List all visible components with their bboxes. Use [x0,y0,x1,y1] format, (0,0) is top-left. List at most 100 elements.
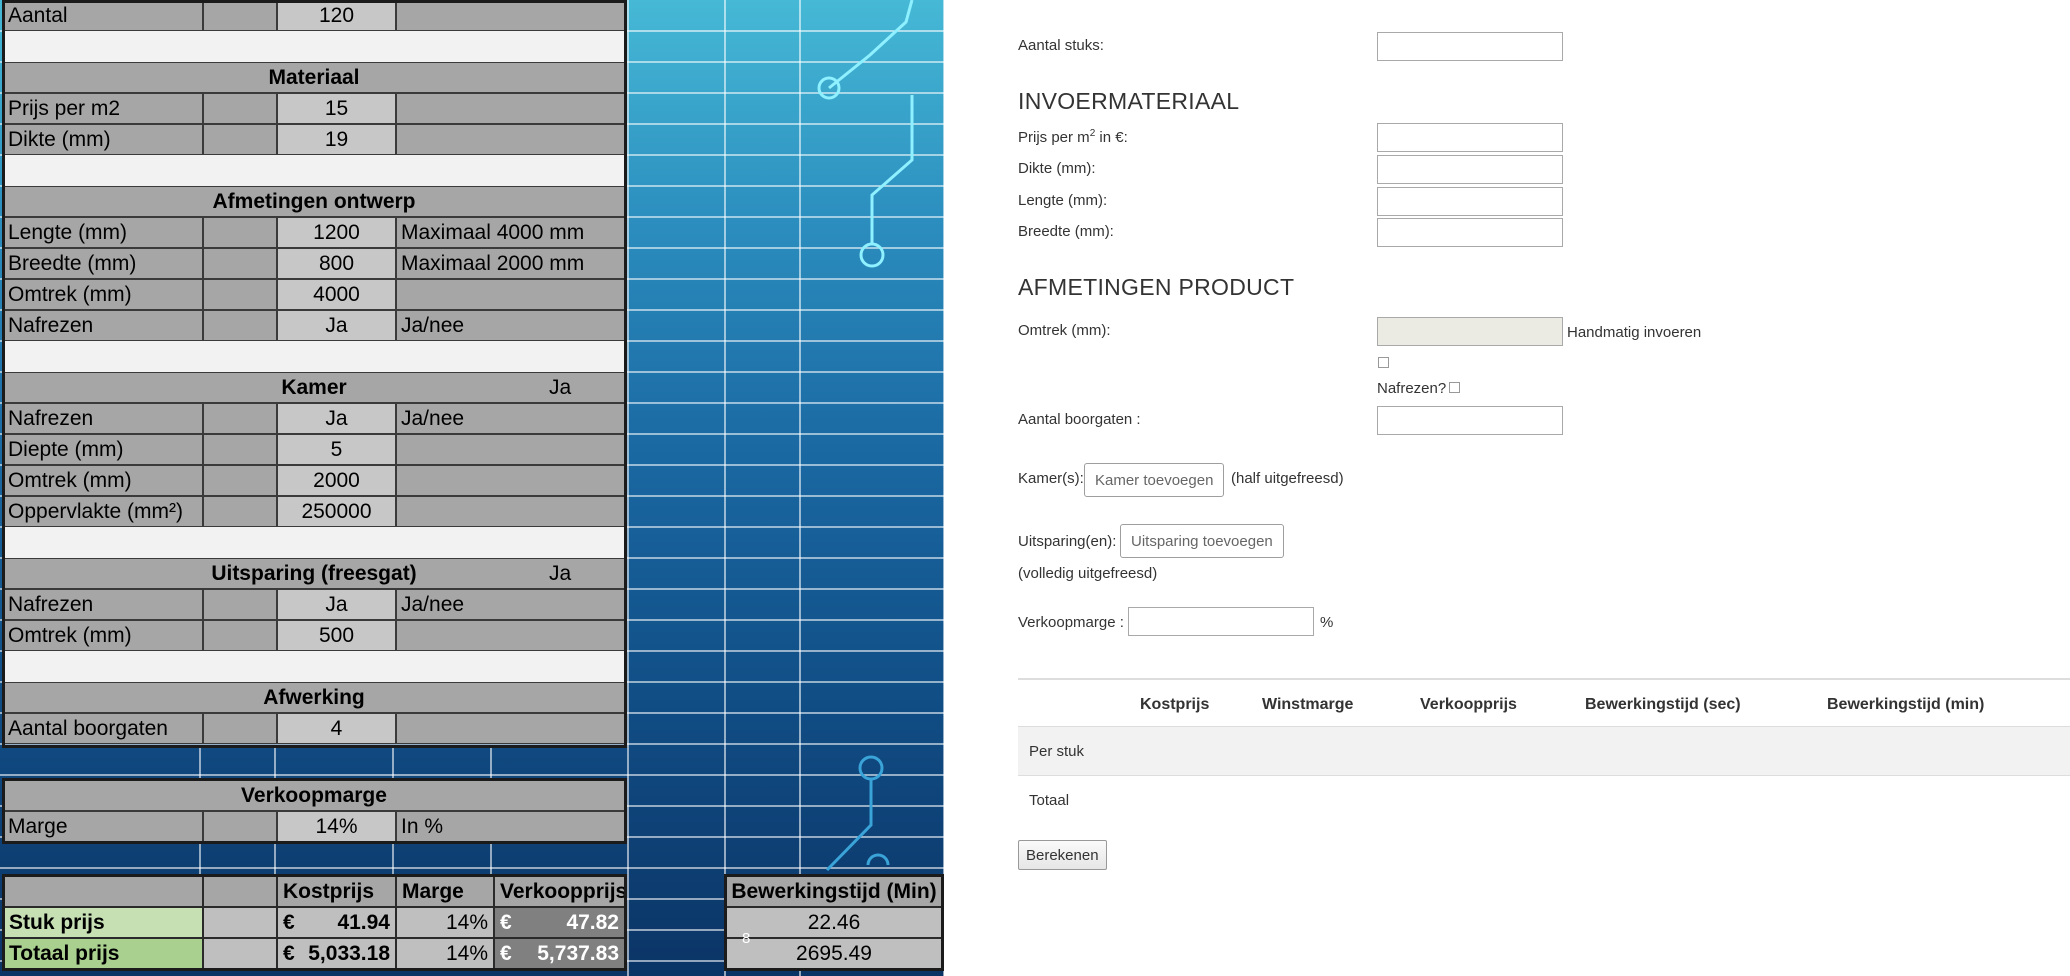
row-note: Ja/nee [396,403,625,434]
totaal-prijs-blank [203,938,277,969]
row-value[interactable]: 1200 [277,217,396,248]
totaal-verkoopprijs: €5,737.83 [494,938,625,969]
berekenen-button[interactable]: Berekenen [1018,840,1107,870]
row-value[interactable]: 19 [277,124,396,155]
verkoopmarge-input[interactable] [1128,607,1314,636]
omtrek-input[interactable] [1377,317,1563,346]
breedte-input[interactable] [1377,218,1563,247]
totaal-kostprijs: €5,033.18 [277,938,396,969]
aantal-boorgaten-input[interactable] [1377,406,1563,435]
row-label: Nafrezen [3,310,203,341]
row-value[interactable]: Ja [277,310,396,341]
totaal-marge: 14% [396,938,494,969]
row-label: Omtrek (mm) [3,620,203,651]
row-note: Maximaal 2000 mm [396,248,625,279]
data-row: Prijs per m2 15 [3,93,625,124]
kamer-note: (half uitgefreesd) [1231,470,1344,487]
row-value[interactable]: 15 [277,93,396,124]
lengte-input[interactable] [1377,187,1563,216]
results-row-totaal: Totaal [1018,775,2070,824]
row-note [396,620,625,651]
stuk-kostprijs-value: 41.94 [337,910,390,934]
aantal-stuks-input[interactable] [1377,32,1563,61]
spacer-cell [3,155,625,186]
totals-header-row: Kostprijs Marge Verkoopprijs [3,876,627,907]
handmatig-invoeren-label: Handmatig invoeren [1567,324,1702,341]
section-header-row: Uitsparing (freesgat) Ja [3,558,625,589]
results-header-bewerkingstijd-min: Bewerkingstijd (min) [1827,696,1985,713]
spacer-row [3,341,625,372]
row-value[interactable]: 120 [277,0,396,31]
row-blank [203,434,277,465]
row-label: Oppervlakte (mm²) [3,496,203,527]
row-value[interactable]: 4 [277,713,396,744]
section-afmetingen-product: AFMETINGEN PRODUCT [1018,274,1295,300]
header-marge: Marge [396,876,494,907]
data-row: Nafrezen Ja Ja/nee [3,310,625,341]
row-note [396,124,625,155]
stuk-verkoopprijs: €47.82 [494,907,625,938]
page-number: 8 [742,930,751,947]
row-value[interactable]: 5 [277,434,396,465]
stuk-verkoopprijs-value: 47.82 [566,910,619,934]
results-row-label: Per stuk [1029,743,1085,760]
spacer-row [3,527,625,558]
aantal-stuks-label: Aantal stuks: [1018,37,1104,54]
verkoopmarge-header: Verkoopmarge [3,780,625,811]
row-label: Omtrek (mm) [3,279,203,310]
dikte-input[interactable] [1377,155,1563,184]
verkoopmarge-header-row: Verkoopmarge [3,780,625,811]
row-blank [203,124,277,155]
row-value[interactable]: 2000 [277,465,396,496]
bewerkingstijd-header: Bewerkingstijd (Min) [726,876,942,907]
row-note [396,434,625,465]
data-row: Nafrezen Ja Ja/nee [3,589,625,620]
section-title: Afmetingen ontwerp [212,189,416,213]
row-label: Lengte (mm) [3,217,203,248]
row-note: Ja/nee [396,310,625,341]
section-header: Materiaal [3,62,625,93]
uitsparing-label: Uitsparing(en): [1018,533,1117,550]
row-value[interactable]: 800 [277,248,396,279]
kamer-toevoegen-button[interactable]: Kamer toevoegen [1084,463,1225,497]
section-header-row: Afwerking [3,682,625,713]
row-blank [203,248,277,279]
row-value[interactable]: Ja [277,403,396,434]
row-value[interactable]: 4000 [277,279,396,310]
row-note: Maximaal 4000 mm [396,217,625,248]
row-note [396,465,625,496]
marge-value[interactable]: 14% [277,811,396,842]
section-header-row: Kamer Ja [3,372,625,403]
section-flag: Ja [549,375,572,399]
row-value[interactable]: Ja [277,589,396,620]
row-note [396,496,625,527]
marge-row: Marge 14% In % [3,811,625,842]
row-blank [203,310,277,341]
data-row: Oppervlakte (mm²) 250000 [3,496,625,527]
kamers-label: Kamer(s): [1018,470,1084,487]
row-blank [203,403,277,434]
breedte-label: Breedte (mm): [1018,223,1114,240]
section-header-row: Materiaal [3,62,625,93]
stuk-prijs-blank [203,907,277,938]
prijs-per-m2-input[interactable] [1377,123,1563,152]
section-title: Materiaal [268,65,360,89]
marge-note: In % [396,811,625,842]
totaal-prijs-label: Totaal prijs [3,938,203,969]
row-blank [203,0,277,31]
row-value[interactable]: 250000 [277,496,396,527]
section-header: Afwerking [3,682,625,713]
row-label: Omtrek (mm) [3,465,203,496]
bewerkingstijd-totaal: 2695.49 [726,938,942,969]
nafrezen-checkbox[interactable] [1449,382,1460,393]
results-table: Kostprijs Winstmarge Verkoopprijs Bewerk… [1018,678,2070,824]
row-blank [203,465,277,496]
row-blank [203,217,277,248]
data-row: Omtrek (mm) 4000 [3,279,625,310]
calculator-form: Aantal stuks: INVOERMATERIAAL Prijs per … [960,0,2070,976]
handmatig-checkbox[interactable] [1378,357,1389,368]
section-header: Kamer Ja [3,372,625,403]
row-value[interactable]: 500 [277,620,396,651]
currency-symbol: € [283,910,295,934]
uitsparing-toevoegen-button[interactable]: Uitsparing toevoegen [1120,524,1284,558]
